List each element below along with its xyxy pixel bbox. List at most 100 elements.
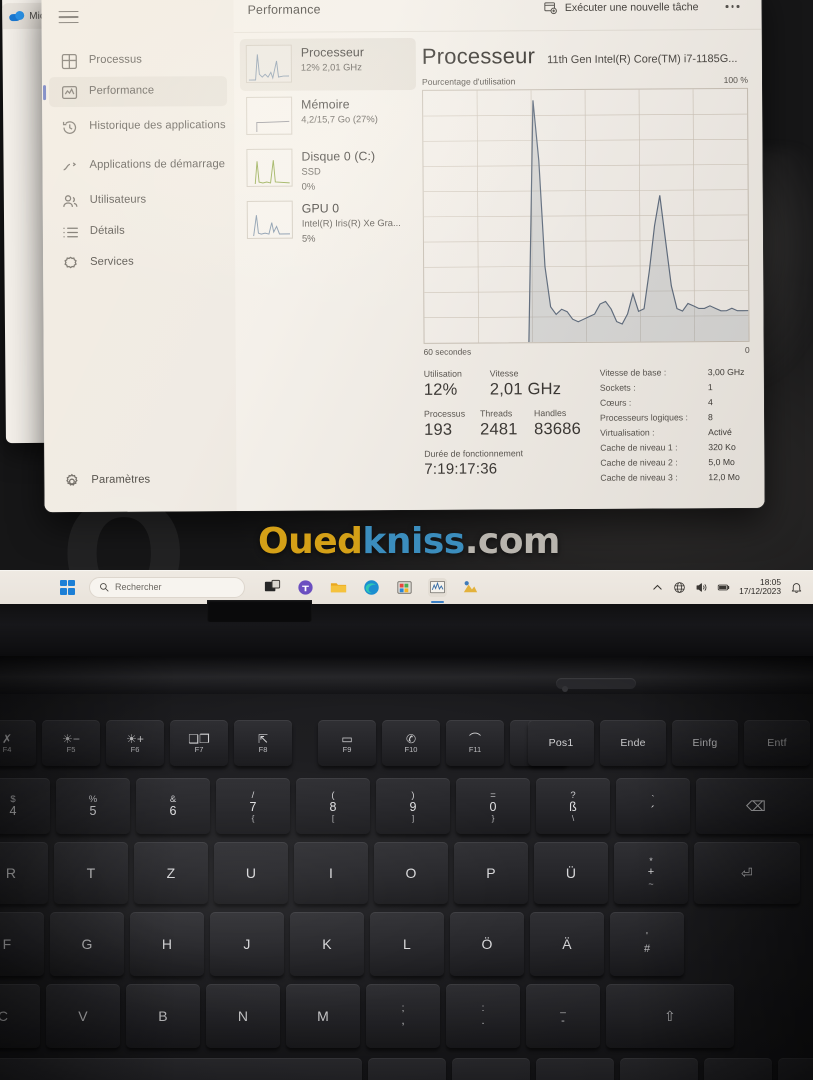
resource-text: GPU 0 Intel(R) Iris(R) Xe Gra... 5%	[302, 200, 401, 245]
key-f[interactable]: F	[0, 912, 44, 976]
key-0[interactable]: = 0}	[456, 778, 530, 834]
key-f4[interactable]: ✗ F4	[0, 720, 36, 766]
key-ä[interactable]: Ä	[530, 912, 604, 976]
key-ß[interactable]: ? ß \	[536, 778, 610, 834]
key-o[interactable]: O	[374, 842, 448, 904]
more-options-button[interactable]	[719, 0, 745, 18]
volume-icon[interactable]	[695, 581, 708, 594]
resource-item-cpu[interactable]: Processeur 12% 2,01 GHz	[239, 37, 417, 91]
key-h[interactable]: H	[130, 912, 204, 976]
key-f7[interactable]: ❑❐ F7	[170, 720, 228, 766]
sidebar-item-parametres[interactable]: Paramètres	[51, 466, 150, 497]
key-f10[interactable]: ✆ F10	[382, 720, 440, 766]
key-backspace[interactable]: ⌫	[696, 778, 813, 834]
key-t[interactable]: T	[54, 842, 128, 904]
key-label: 6	[169, 804, 177, 819]
taskbar-clock[interactable]: 18:05 17/12/2023	[739, 577, 781, 597]
resource-item-memory[interactable]: Mémoire 4,2/15,7 Go (27%)	[240, 90, 416, 143]
key-z[interactable]: Z	[134, 842, 208, 904]
resource-item-disk[interactable]: Disque 0 (C:) SSD 0%	[240, 142, 416, 195]
key-arrow-up[interactable]: ∧	[704, 1058, 772, 1080]
key-commasemicolon[interactable]: ; ,	[366, 984, 440, 1048]
resource-item-gpu[interactable]: GPU 0 Intel(R) Iris(R) Xe Gra... 5%	[241, 194, 417, 247]
key-plusplusplus[interactable]: * + ~	[614, 842, 688, 904]
key-l[interactable]: L	[370, 912, 444, 976]
bell-icon[interactable]	[790, 581, 803, 594]
key-label: Ü	[565, 865, 577, 881]
key-druck[interactable]: Druck	[452, 1058, 530, 1080]
key-7[interactable]: /7{	[216, 778, 290, 834]
key-6[interactable]: & 6	[136, 778, 210, 834]
key-c[interactable]: C	[0, 984, 40, 1048]
key-9[interactable]: ) 9]	[376, 778, 450, 834]
key-altgr[interactable]: Alt Gr	[368, 1058, 446, 1080]
weather-app-icon[interactable]	[461, 578, 480, 597]
key-ö[interactable]: Ö	[450, 912, 524, 976]
key-p[interactable]: P	[454, 842, 528, 904]
edge-browser-icon[interactable]	[362, 578, 381, 597]
battery-icon[interactable]	[717, 581, 730, 594]
network-icon[interactable]	[673, 581, 686, 594]
key-r[interactable]: R	[0, 842, 48, 904]
run-new-task-button[interactable]: Exécuter une nouvelle tâche	[537, 0, 706, 19]
key-m[interactable]: M	[286, 984, 360, 1048]
task-view-icon[interactable]	[263, 578, 282, 597]
key-enter[interactable]: ⏎	[694, 842, 800, 904]
task-manager-icon[interactable]	[428, 577, 447, 603]
sidebar-item-services[interactable]: Services	[50, 247, 228, 278]
key-ende[interactable]: Ende	[600, 720, 666, 766]
keyboard-function-row: ✗F4☀−F5☀+F6❑❐F7⇱F8▭F9✆F10⌒F11☆F12	[0, 720, 568, 766]
key-f9[interactable]: ▭ F9	[318, 720, 376, 766]
key-j[interactable]: J	[210, 912, 284, 976]
key-g[interactable]: G	[50, 912, 124, 976]
key-´[interactable]: ` ´	[616, 778, 690, 834]
key-hash[interactable]: ' #	[610, 912, 684, 976]
file-explorer-icon[interactable]	[329, 578, 348, 597]
key-4[interactable]: $4	[0, 778, 50, 834]
sidebar-item-applications-demarrage[interactable]: Applications de démarrage	[49, 146, 227, 185]
chevron-up-icon[interactable]	[651, 581, 664, 594]
key-f5[interactable]: ☀− F5	[42, 720, 100, 766]
key-b[interactable]: B	[126, 984, 200, 1048]
key-label: Ä	[562, 936, 572, 952]
hamburger-menu-icon[interactable]	[49, 0, 87, 34]
key-einfg[interactable]: Einfg	[672, 720, 738, 766]
microsoft-store-icon[interactable]	[395, 578, 414, 597]
key-pos1[interactable]: Pos1	[528, 720, 594, 766]
sidebar-item-utilisateurs[interactable]: Utilisateurs	[50, 185, 228, 216]
teams-icon[interactable]	[296, 578, 315, 597]
key-5[interactable]: % 5	[56, 778, 130, 834]
key-8[interactable]: (8[	[296, 778, 370, 834]
key-label: P	[486, 865, 496, 881]
key-k[interactable]: K	[290, 912, 364, 976]
key-bildup[interactable]: Bild↑	[620, 1058, 698, 1080]
cpu-spec-value: 5,0 Mo	[708, 456, 735, 467]
key-altgr-glyph: ~	[648, 878, 654, 889]
key-shift-right[interactable]: ⇧	[606, 984, 734, 1048]
key-i[interactable]: I	[294, 842, 368, 904]
cpu-spec-label: Cache de niveau 1 :	[600, 442, 678, 453]
search-placeholder: Rechercher	[115, 582, 162, 592]
key-u[interactable]: U	[214, 842, 288, 904]
sidebar-item-details[interactable]: Détails	[50, 216, 228, 247]
key-ü[interactable]: Ü	[534, 842, 608, 904]
windows-logo-icon[interactable]	[60, 579, 75, 595]
key-glyph: ⌫	[746, 797, 766, 814]
key-strg[interactable]: Strg	[536, 1058, 614, 1080]
sidebar-item-performance[interactable]: Performance	[48, 76, 228, 108]
key-bi[interactable]: Bi	[778, 1058, 813, 1080]
sidebar-item-historique-applications[interactable]: Historique des applications	[49, 107, 227, 146]
sidebar-item-processus[interactable]: Processus	[49, 45, 227, 76]
key-v[interactable]: V	[46, 984, 120, 1048]
key-space[interactable]	[0, 1058, 362, 1080]
search-input[interactable]: Rechercher	[89, 576, 245, 598]
key-f11[interactable]: ⌒ F11	[446, 720, 504, 766]
key-f8[interactable]: ⇱ F8	[234, 720, 292, 766]
key-f6[interactable]: ☀+ F6	[106, 720, 164, 766]
ouedkniss-watermark: Ouedkniss.com	[258, 521, 560, 562]
key-periodcolon[interactable]: : .	[446, 984, 520, 1048]
laptop-keyboard: ✗F4☀−F5☀+F6❑❐F7⇱F8▭F9✆F10⌒F11☆F12 Pos1En…	[0, 648, 813, 1080]
key-entf[interactable]: Entf	[744, 720, 810, 766]
key-n[interactable]: N	[206, 984, 280, 1048]
key-minusunderscore[interactable]: _ -	[526, 984, 600, 1048]
